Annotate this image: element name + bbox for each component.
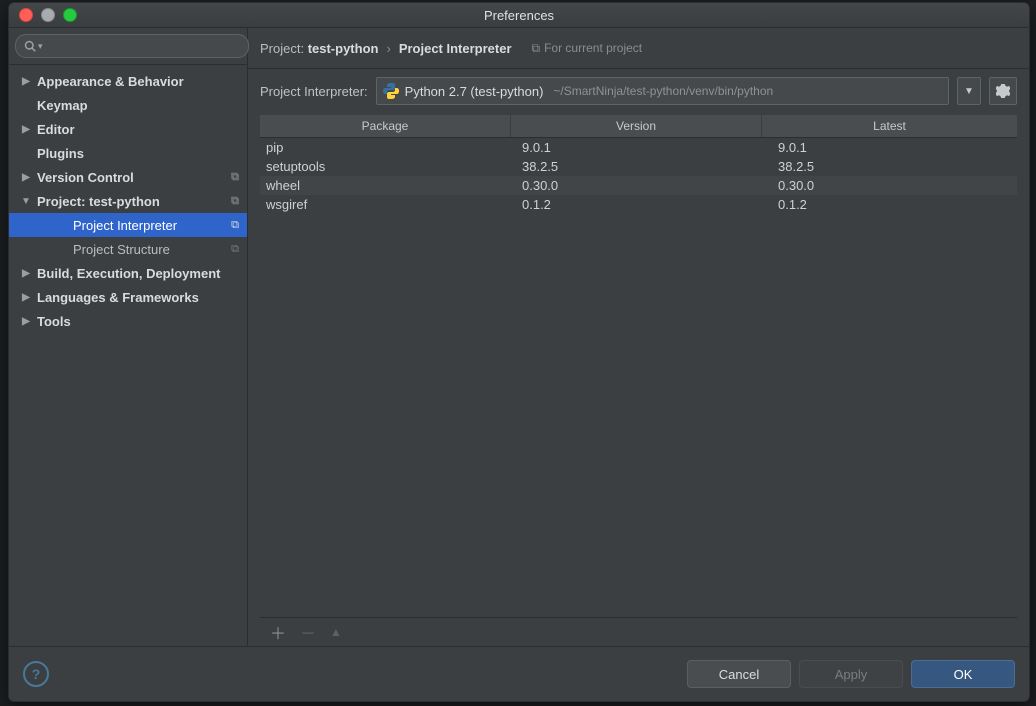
apply-button[interactable]: Apply	[799, 660, 903, 688]
column-header-version[interactable]: Version	[511, 115, 762, 137]
tree-item-project-interpreter[interactable]: Project Interpreter ⧉	[9, 213, 247, 237]
for-current-project-note: ⧉ For current project	[532, 41, 643, 56]
cell-version: 0.1.2	[516, 197, 772, 212]
breadcrumb: Project: test-python › Project Interpret…	[248, 28, 1029, 69]
cell-version: 9.0.1	[516, 140, 772, 155]
interpreter-name: Python 2.7 (test-python)	[405, 84, 544, 99]
close-window-button[interactable]	[19, 8, 33, 22]
search-input[interactable]: ▾	[15, 34, 249, 58]
maximize-window-button[interactable]	[63, 8, 77, 22]
ok-button[interactable]: OK	[911, 660, 1015, 688]
project-scope-icon: ⧉	[231, 195, 239, 208]
cell-version: 38.2.5	[516, 159, 772, 174]
titlebar: Preferences	[9, 3, 1029, 28]
packages-toolbar: ＋ － ▲	[260, 617, 1017, 646]
cell-latest: 0.30.0	[772, 178, 1017, 193]
tree-arrow-icon: ▶	[21, 124, 31, 135]
table-row[interactable]: pip9.0.19.0.1	[260, 138, 1017, 157]
dialog-footer: ? Cancel Apply OK	[9, 646, 1029, 701]
tree-item-label: Plugins	[37, 146, 84, 161]
tree-item-label: Project: test-python	[37, 194, 160, 209]
breadcrumb-project: Project: test-python	[260, 41, 378, 56]
cell-package: wheel	[260, 178, 516, 193]
tree-item-version-control[interactable]: ▶ Version Control ⧉	[9, 165, 247, 189]
tree-item-label: Build, Execution, Deployment	[37, 266, 220, 281]
interpreter-settings-button[interactable]	[989, 77, 1017, 105]
window-controls	[9, 8, 77, 22]
project-scope-icon: ⧉	[231, 219, 239, 232]
search-chevron-icon: ▾	[38, 41, 43, 52]
column-header-latest[interactable]: Latest	[762, 115, 1017, 137]
window-title: Preferences	[9, 8, 1029, 23]
cancel-button[interactable]: Cancel	[687, 660, 791, 688]
help-button[interactable]: ?	[23, 661, 49, 687]
interpreter-label: Project Interpreter:	[260, 84, 368, 99]
settings-tree[interactable]: ▶ Appearance & Behavior Keymap ▶ Editor Plugi…	[9, 65, 247, 646]
interpreter-path: ~/SmartNinja/test-python/venv/bin/python	[553, 84, 773, 98]
tree-item-languages-frameworks[interactable]: ▶ Languages & Frameworks	[9, 285, 247, 309]
cell-version: 0.30.0	[516, 178, 772, 193]
table-row[interactable]: wheel0.30.00.30.0	[260, 176, 1017, 195]
gear-icon	[996, 84, 1010, 98]
tree-item-label: Appearance & Behavior	[37, 74, 184, 89]
column-header-package[interactable]: Package	[260, 115, 511, 137]
upgrade-package-button[interactable]: ▲	[330, 625, 342, 639]
tree-arrow-icon: ▼	[21, 196, 31, 207]
tree-item-label: Version Control	[37, 170, 134, 185]
breadcrumb-separator-icon: ›	[386, 41, 390, 56]
packages-table: Package Version Latest pip9.0.19.0.1setu…	[260, 115, 1017, 646]
cell-package: wsgiref	[260, 197, 516, 212]
tree-item-label: Project Structure	[73, 242, 170, 257]
table-row[interactable]: wsgiref0.1.20.1.2	[260, 195, 1017, 214]
tree-item-build-execution-deployment[interactable]: ▶ Build, Execution, Deployment	[9, 261, 247, 285]
tree-item-plugins[interactable]: Plugins	[9, 141, 247, 165]
search-icon	[24, 40, 36, 52]
tree-item-keymap[interactable]: Keymap	[9, 93, 247, 117]
cell-package: setuptools	[260, 159, 516, 174]
table-header: Package Version Latest	[260, 115, 1017, 138]
tree-item-project-structure[interactable]: Project Structure ⧉	[9, 237, 247, 261]
tree-arrow-icon: ▶	[21, 292, 31, 303]
tree-item-label: Languages & Frameworks	[37, 290, 199, 305]
tree-item-label: Tools	[37, 314, 71, 329]
sidebar: ▾ ▶ Appearance & Behavior Keymap ▶ Editor Plu…	[9, 28, 248, 646]
cell-latest: 0.1.2	[772, 197, 1017, 212]
interpreter-dropdown-arrow[interactable]: ▼	[957, 77, 981, 105]
project-scope-icon: ⧉	[231, 243, 239, 256]
cell-latest: 9.0.1	[772, 140, 1017, 155]
tree-arrow-icon: ▶	[21, 76, 31, 87]
project-scope-icon: ⧉	[231, 171, 239, 184]
minimize-window-button[interactable]	[41, 8, 55, 22]
breadcrumb-page: Project Interpreter	[399, 41, 512, 56]
tree-item-editor[interactable]: ▶ Editor	[9, 117, 247, 141]
chevron-down-icon: ▼	[964, 86, 974, 97]
tree-item-tools[interactable]: ▶ Tools	[9, 309, 247, 333]
tree-item-label: Keymap	[37, 98, 88, 113]
interpreter-dropdown[interactable]: Python 2.7 (test-python) ~/SmartNinja/te…	[376, 77, 949, 105]
cell-latest: 38.2.5	[772, 159, 1017, 174]
tree-item-project-test-python[interactable]: ▼ Project: test-python ⧉	[9, 189, 247, 213]
cell-package: pip	[260, 140, 516, 155]
table-row[interactable]: setuptools38.2.538.2.5	[260, 157, 1017, 176]
add-package-button[interactable]: ＋	[270, 620, 286, 644]
tree-item-label: Project Interpreter	[73, 218, 177, 233]
tree-arrow-icon: ▶	[21, 316, 31, 327]
remove-package-button[interactable]: －	[300, 620, 316, 644]
table-body[interactable]: pip9.0.19.0.1setuptools38.2.538.2.5wheel…	[260, 138, 1017, 617]
python-icon	[383, 83, 399, 99]
help-icon: ?	[32, 666, 41, 682]
tree-item-appearance-behavior[interactable]: ▶ Appearance & Behavior	[9, 69, 247, 93]
tree-arrow-icon: ▶	[21, 172, 31, 183]
tree-item-label: Editor	[37, 122, 75, 137]
preferences-window: Preferences ▾ ▶ Appearance & Behavior Keym…	[8, 2, 1030, 702]
copy-icon: ⧉	[532, 41, 541, 56]
tree-arrow-icon: ▶	[21, 268, 31, 279]
